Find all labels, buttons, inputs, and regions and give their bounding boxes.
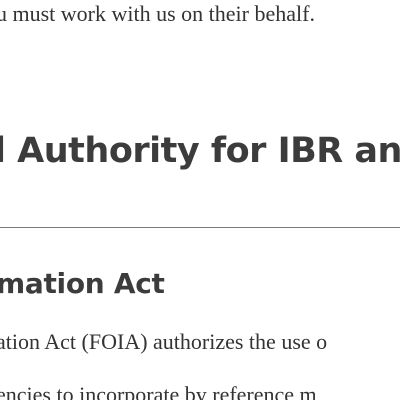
subsection-heading: mation Act [0,267,165,300]
section-heading: l Authority for IBR an [0,131,400,171]
intro-text-line: u must work with us on their behalf. [0,1,315,26]
paragraph-line: encies to incorporate by reference m [0,382,317,400]
document-page: u must work with us on their behalf. l A… [0,0,400,400]
paragraph-line: ation Act (FOIA) authorizes the use o [0,329,328,354]
section-divider [0,227,400,228]
